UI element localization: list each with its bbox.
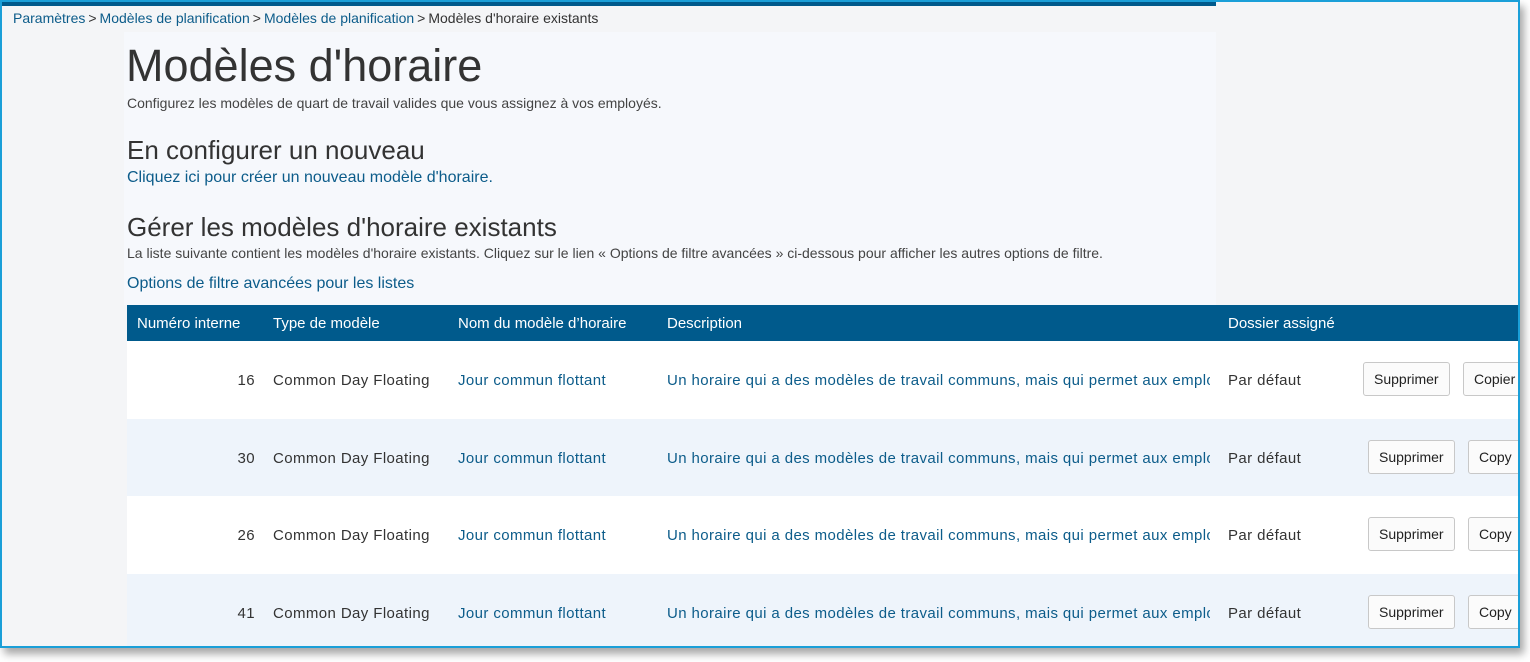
row-id: 30 [237, 449, 255, 467]
row-description-link[interactable]: Un horaire qui a des modèles de travail … [667, 372, 1210, 389]
row-type: Common Day Floating [273, 449, 430, 467]
row-id: 41 [237, 604, 255, 622]
breadcrumb-current: Modèles d'horaire existants [428, 10, 599, 26]
column-header-name[interactable]: Nom du modèle d’horaire [458, 315, 626, 332]
row-description-link[interactable]: Un horaire qui a des modèles de travail … [667, 605, 1210, 622]
breadcrumb-item-modeles-planification-1[interactable]: Modèles de planification [100, 10, 250, 26]
table-header: Numéro interne Type de modèle Nom du mod… [127, 305, 1518, 341]
row-id: 16 [237, 372, 255, 389]
copy-button[interactable]: Copy [1468, 594, 1518, 629]
manage-section-heading: Gérer les modèles d'horaire existants [127, 212, 557, 242]
page-title: Modèles d'horaire [126, 40, 483, 91]
column-header-type[interactable]: Type de modèle [273, 315, 380, 332]
row-description-link[interactable]: Un horaire qui a des modèles de travail … [667, 527, 1210, 544]
row-name-link[interactable]: Jour commun flottant [458, 527, 606, 544]
row-name-link[interactable]: Jour commun flottant [458, 605, 606, 622]
table-row: 26 Common Day Floating Jour commun flott… [127, 496, 1518, 574]
row-name-link[interactable]: Jour commun flottant [458, 450, 606, 467]
copy-button[interactable]: Copy [1468, 517, 1518, 551]
row-type: Common Day Floating [273, 372, 430, 389]
manage-section-description: La liste suivante contient les modèles d… [127, 245, 1103, 261]
breadcrumb: Paramètres > Modèles de planification > Modè… [13, 10, 598, 26]
delete-button[interactable]: Supprimer [1368, 517, 1455, 551]
row-folder: Par défaut [1228, 449, 1302, 467]
breadcrumb-item-parametres[interactable]: Paramètres [13, 10, 85, 26]
breadcrumb-separator: > [252, 10, 261, 26]
top-accent-bar [2, 2, 1216, 6]
column-header-id[interactable]: Numéro interne [137, 315, 240, 332]
row-description-link[interactable]: Un horaire qui a des modèles de travail … [667, 450, 1210, 467]
row-name-link[interactable]: Jour commun flottant [458, 372, 606, 389]
table-row: 41 Common Day Floating Jour commun flott… [127, 573, 1518, 646]
table-row: 16 Common Day Floating Jour commun flott… [127, 341, 1518, 419]
row-type: Common Day Floating [273, 527, 430, 544]
breadcrumb-item-modeles-planification-2[interactable]: Modèles de planification [264, 10, 414, 26]
row-folder: Par défaut [1228, 604, 1302, 622]
table-row: 30 Common Day Floating Jour commun flott… [127, 418, 1518, 496]
breadcrumb-separator: > [417, 10, 426, 26]
create-new-template-link[interactable]: Cliquez ici pour créer un nouveau modèle… [127, 169, 493, 187]
new-section-heading: En configurer un nouveau [127, 135, 425, 165]
delete-button[interactable]: Supprimer [1368, 439, 1455, 474]
copy-button[interactable]: Copier [1463, 362, 1518, 396]
row-id: 26 [237, 527, 255, 544]
column-header-description[interactable]: Description [667, 315, 742, 332]
advanced-filter-link[interactable]: Options de filtre avancées pour les list… [127, 275, 414, 293]
column-header-folder[interactable]: Dossier assigné [1228, 315, 1335, 332]
breadcrumb-separator: > [88, 10, 97, 26]
templates-table: Numéro interne Type de modèle Nom du mod… [127, 305, 1518, 646]
row-type: Common Day Floating [273, 604, 430, 622]
app-window: Paramètres > Modèles de planification > Modè… [0, 0, 1520, 648]
row-folder: Par défaut [1228, 527, 1302, 544]
delete-button[interactable]: Supprimer [1363, 362, 1450, 396]
page-subtitle: Configurez les modèles de quart de trava… [127, 95, 662, 111]
copy-button[interactable]: Copy [1468, 439, 1518, 474]
row-folder: Par défaut [1228, 372, 1302, 389]
delete-button[interactable]: Supprimer [1368, 594, 1455, 629]
